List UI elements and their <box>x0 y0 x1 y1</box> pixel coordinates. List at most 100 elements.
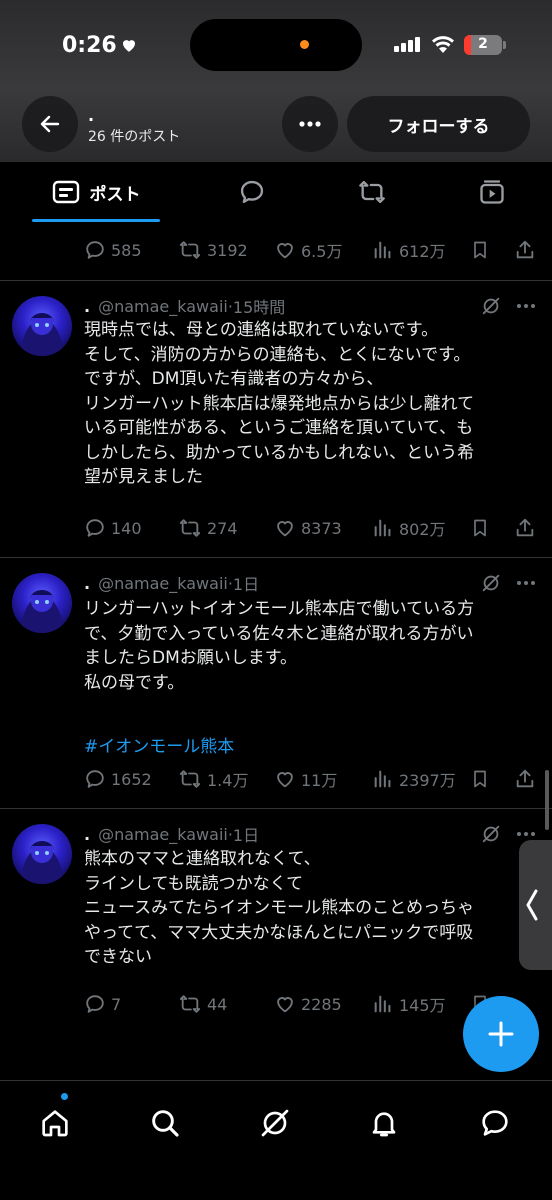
avatar-illustration <box>20 841 64 884</box>
reply-button[interactable]: 140 <box>84 513 142 543</box>
share-button[interactable] <box>514 764 541 794</box>
tab-replies[interactable] <box>220 162 284 222</box>
bookmark-icon <box>474 519 486 537</box>
messages-icon <box>482 1110 508 1136</box>
views-button[interactable]: 145万 <box>372 989 446 1019</box>
battery-indicator: 2 <box>464 35 502 55</box>
views-button[interactable]: 612万 <box>372 235 446 265</box>
reply-button[interactable]: 585 <box>84 235 142 265</box>
scrollbar-thumb[interactable] <box>545 770 549 830</box>
hashtag-link[interactable]: #イオンモール熊本 <box>84 732 234 757</box>
reply-icon <box>86 995 104 1013</box>
author-handle[interactable]: @namae_kawaii <box>98 297 228 316</box>
post-header: . @namae_kawaii · 1日 <box>84 822 259 846</box>
post-divider <box>0 280 552 281</box>
search-icon <box>152 1110 179 1137</box>
grok-icon <box>261 1109 289 1137</box>
avatar-illustration <box>20 313 64 356</box>
nav-notifications[interactable] <box>364 1103 404 1143</box>
reply-icon <box>86 519 104 537</box>
repost-icon <box>179 241 201 259</box>
post-text: 熊本のママと連絡取れなくて、 ラインしても既読つかなくて ニュースみてたらイオン… <box>84 849 475 967</box>
views-button[interactable]: 802万 <box>372 513 446 543</box>
reply-icon <box>86 241 104 259</box>
share-button[interactable] <box>514 513 541 543</box>
more-options-button[interactable] <box>282 96 338 152</box>
share-button[interactable] <box>514 235 541 265</box>
author-handle[interactable]: @namae_kawaii <box>98 825 228 844</box>
repost-count: 3192 <box>207 240 248 260</box>
like-count: 6.5万 <box>301 242 343 261</box>
view-count: 612万 <box>399 242 446 261</box>
like-button[interactable]: 11万 <box>274 764 337 794</box>
more-dots-icon[interactable] <box>516 303 536 309</box>
posts-icon <box>52 180 79 204</box>
post-divider <box>0 557 552 558</box>
tab-media[interactable] <box>460 162 524 222</box>
chevron-left-icon <box>526 889 538 921</box>
share-icon <box>516 518 534 537</box>
view-count: 2397万 <box>399 771 456 790</box>
author-name[interactable]: . <box>84 574 90 593</box>
follow-button[interactable]: フォローする <box>347 96 530 152</box>
heart-outline-icon <box>277 997 293 1013</box>
more-dots-icon <box>299 121 321 127</box>
back-button[interactable] <box>22 96 78 152</box>
side-panel-handle[interactable] <box>519 840 552 970</box>
author-handle[interactable]: @namae_kawaii <box>98 574 228 593</box>
post-header: . @namae_kawaii · 15時間 <box>84 294 285 318</box>
post-actions: 140 274 8373 802万 <box>0 513 552 543</box>
share-icon <box>516 769 534 788</box>
views-icon <box>374 770 391 788</box>
grok-icon[interactable] <box>480 572 502 594</box>
compose-post-button[interactable] <box>463 996 539 1072</box>
like-button[interactable]: 2285 <box>274 989 342 1019</box>
avatar[interactable] <box>12 573 72 633</box>
bookmark-icon <box>474 770 486 788</box>
repost-icon <box>179 995 201 1013</box>
avatar[interactable] <box>12 296 72 356</box>
post-time: 1日 <box>232 575 260 594</box>
nav-home[interactable] <box>35 1103 75 1143</box>
bookmark-button[interactable] <box>470 235 495 265</box>
author-name[interactable]: . <box>84 825 90 844</box>
more-dots-icon[interactable] <box>516 831 536 837</box>
repost-button[interactable]: 274 <box>178 513 238 543</box>
profile-tabs: ポスト <box>0 162 552 222</box>
bookmark-button[interactable] <box>470 764 495 794</box>
bookmark-button[interactable] <box>470 513 495 543</box>
repost-button[interactable]: 44 <box>178 989 227 1019</box>
like-button[interactable]: 6.5万 <box>274 235 342 265</box>
tab-reposts[interactable] <box>340 162 404 222</box>
reply-button[interactable]: 1652 <box>84 764 152 794</box>
views-button[interactable]: 2397万 <box>372 764 456 794</box>
like-button[interactable]: 8373 <box>274 513 342 543</box>
dynamic-island <box>190 19 362 71</box>
post-text: リンガーハットイオンモール熊本店で働いている方 で、夕勤で入っている佐々木と連絡… <box>84 599 475 693</box>
author-name[interactable]: . <box>84 297 90 316</box>
post-actions: 1652 1.4万 11万 2397万 <box>0 764 552 794</box>
heart-outline-icon <box>277 521 293 537</box>
arrow-left-icon <box>40 115 60 133</box>
like-count: 2285 <box>301 994 342 1014</box>
reply-count: 585 <box>111 240 142 260</box>
post-divider <box>0 808 552 809</box>
like-count: 8373 <box>301 518 342 538</box>
reply-button[interactable]: 7 <box>84 989 121 1019</box>
nav-grok[interactable] <box>255 1103 295 1143</box>
heart-outline-icon <box>277 243 293 259</box>
grok-icon[interactable] <box>480 295 502 317</box>
like-count: 11万 <box>301 771 338 790</box>
repost-count: 44 <box>207 994 228 1014</box>
reply-count: 7 <box>111 994 122 1014</box>
repost-button[interactable]: 3192 <box>178 235 248 265</box>
tab-posts[interactable]: ポスト <box>32 162 160 222</box>
notifications-icon <box>372 1112 396 1137</box>
grok-icon[interactable] <box>480 823 502 845</box>
post-header-actions <box>480 294 536 318</box>
nav-messages[interactable] <box>475 1103 515 1143</box>
avatar[interactable] <box>12 824 72 884</box>
repost-button[interactable]: 1.4万 <box>178 764 248 794</box>
more-dots-icon[interactable] <box>516 580 536 586</box>
nav-search[interactable] <box>145 1103 185 1143</box>
